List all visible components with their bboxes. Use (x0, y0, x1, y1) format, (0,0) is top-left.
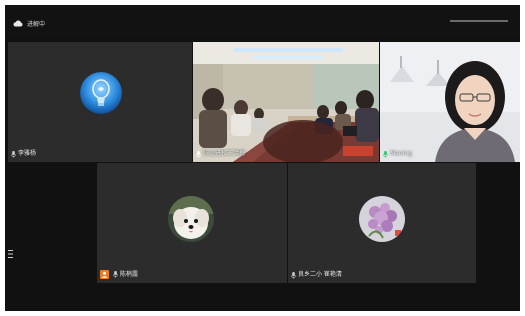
participant-tile[interactable]: 陈梢露 (97, 163, 287, 283)
connection-status: 进解中 (13, 19, 45, 28)
participant-name-label: 良乡二小 崔艳清 (291, 271, 342, 279)
participant-name: Maning (390, 150, 412, 157)
mic-icon (383, 150, 388, 158)
participant-name: 陈梢露 (120, 270, 139, 278)
dog-avatar (168, 196, 214, 242)
participant-name-label: Maning (383, 150, 412, 158)
participant-tile[interactable]: 李雅杨 (8, 42, 192, 162)
mic-icon (113, 271, 118, 278)
meeting-window: 进解中 李雅杨 防边进校王洪梅 Maning 陈梢露 良乡二小 崔艳清 (5, 5, 520, 311)
participant-video-tile[interactable]: Maning (380, 42, 520, 162)
host-badge-icon (100, 270, 109, 279)
participant-video-tile[interactable]: 防边进校王洪梅 (193, 42, 379, 162)
menu-handle-icon[interactable] (7, 244, 15, 258)
participant-name: 防边进校王洪梅 (203, 150, 246, 157)
toolbar-handle[interactable] (450, 20, 508, 22)
top-status-bar: 进解中 (5, 5, 520, 37)
mic-icon (291, 271, 296, 279)
flower-avatar (359, 196, 405, 242)
webcam-video (380, 42, 520, 162)
participant-name: 良乡二小 崔艳清 (298, 271, 342, 278)
meeting-room-video (193, 42, 379, 162)
participant-name-label: 陈梢露 (100, 270, 138, 279)
participant-tile[interactable]: 良乡二小 崔艳清 (288, 163, 476, 283)
participant-name: 李雅杨 (18, 150, 37, 157)
participant-name-label: 李雅杨 (11, 150, 36, 158)
cloud-icon (13, 20, 23, 27)
participant-name-label: 防边进校王洪梅 (196, 150, 245, 158)
mic-icon (196, 150, 201, 158)
status-text: 进解中 (27, 21, 46, 28)
lightbulb-avatar (80, 72, 122, 114)
mic-icon (11, 150, 16, 158)
